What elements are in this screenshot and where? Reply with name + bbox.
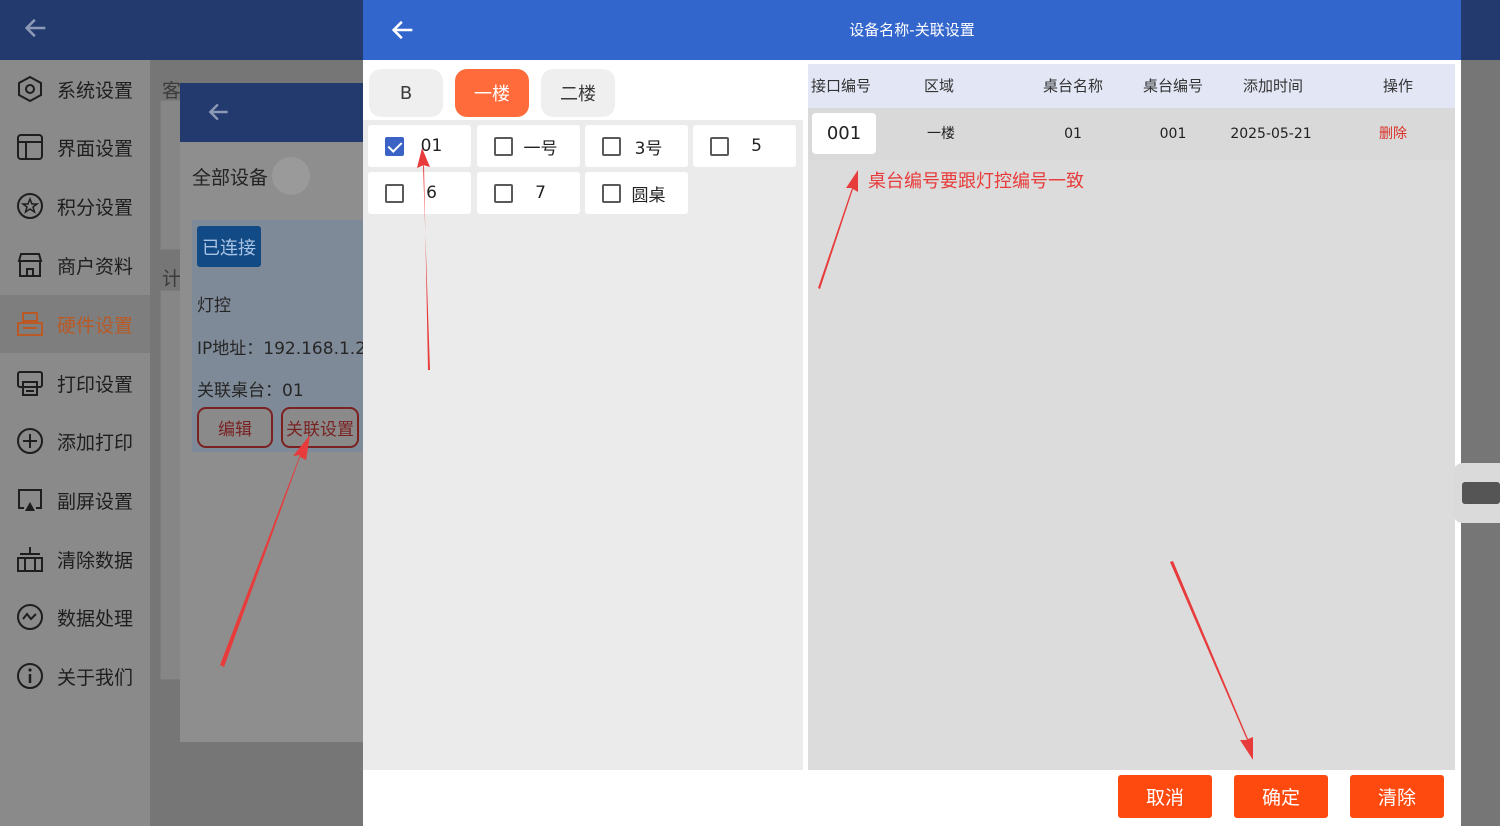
plus-circle-icon [17,428,43,454]
sidebar-item-label: 硬件设置 [57,314,134,337]
table-option[interactable]: 一号 [477,125,580,167]
sidebar-item-system[interactable]: 系统设置 [0,60,150,118]
sidebar-item-label: 副屏设置 [57,490,134,513]
device-type: 灯控 [197,296,231,316]
keyboard-icon [1462,482,1500,504]
back-arrow-icon[interactable] [389,16,417,44]
checkbox-checked[interactable] [385,136,404,156]
bulb-icon [272,157,310,195]
clear-data-icon [17,547,43,572]
sidebar-item-label: 数据处理 [57,607,134,630]
sidebar-item-add-print[interactable]: 添加打印 [0,412,150,470]
sidebar-item-merchant[interactable]: 商户资料 [0,236,150,294]
sidebar-item-label: 关于我们 [57,666,134,689]
sidebar-item-secondary-screen[interactable]: 副屏设置 [0,471,150,529]
table-option[interactable]: 5 [693,125,796,167]
sidebar-item-label: 清除数据 [57,549,134,572]
checkbox[interactable] [710,136,729,156]
star-badge-icon [17,193,43,219]
column-header: 区域 [923,77,954,95]
column-header: 桌台编号 [1142,77,1203,95]
table-option[interactable]: 3号 [585,125,688,167]
link-settings-button[interactable]: 关联设置 [281,407,359,448]
cell-add-time: 2025-05-21 [1230,126,1312,142]
tab-area-floor-2[interactable]: 二楼 [541,69,615,117]
sidebar-item-label: 打印设置 [57,373,134,396]
tab-area-b[interactable]: B [369,69,443,117]
info-icon [17,663,43,689]
column-header: 操作 [1382,77,1413,95]
sidebar-item-interface[interactable]: 界面设置 [0,118,150,176]
device-ip: IP地址：192.168.1.24 [197,339,377,359]
printer-icon [17,371,43,396]
checkbox[interactable] [494,183,513,203]
checkbox[interactable] [602,183,621,203]
port-number-input[interactable] [812,113,876,154]
cell-area: 一楼 [927,126,955,142]
column-header: 接口编号 [810,77,871,95]
edit-device-button[interactable]: 编辑 [197,407,273,448]
confirm-button[interactable]: 确定 [1234,775,1328,818]
table-option[interactable]: 圆桌 [585,172,688,214]
table-option[interactable]: 6 [368,172,471,214]
area-tabs: B 一楼 二楼 [363,60,803,120]
store-icon [17,253,43,277]
dialog-header: 设备名称-关联设置 [363,0,1461,60]
settings-hex-icon [18,75,42,103]
all-devices-label: 全部设备 [192,167,269,189]
sidebar-item-data-processing[interactable]: 数据处理 [0,588,150,646]
table-option-label: 5 [751,136,762,156]
checkbox[interactable] [494,136,513,156]
table-option-label: 01 [420,136,443,156]
layout-icon [17,134,43,160]
keyboard-toggle[interactable] [1453,463,1500,523]
column-header: 桌台名称 [1042,77,1103,95]
sidebar-item-hardware[interactable]: 硬件设置 [0,295,150,353]
tab-area-floor-1[interactable]: 一楼 [455,69,529,117]
cancel-button[interactable]: 取消 [1118,775,1212,818]
checkbox[interactable] [385,183,404,203]
table-row: 一楼 01 001 2025-05-21 删除 [808,108,1455,160]
table-option[interactable]: 7 [477,172,580,214]
dialog-footer: 取消 确定 清除 [363,770,1461,826]
settings-sidebar: 系统设置 界面设置 积分设置 商户资料 硬件设置 打印设置 添加打印 副屏设置 … [0,60,150,826]
ghost-label-count: 计 [162,268,182,290]
table-option-label: 6 [426,183,437,203]
cell-table-number: 001 [1159,126,1187,142]
table-option-label: 一号 [523,138,558,159]
status-badge: 已连接 [197,226,261,267]
dialog-title: 设备名称-关联设置 [849,21,975,39]
table-option-label: 圆桌 [631,185,666,206]
sidebar-item-about[interactable]: 关于我们 [0,647,150,705]
table-option-label: 3号 [634,138,663,159]
hardware-icon [17,312,43,336]
back-arrow-icon[interactable] [206,99,232,125]
sidebar-item-points[interactable]: 积分设置 [0,177,150,235]
cell-table-name: 01 [1064,126,1082,142]
device-linked-table: 关联桌台：01 [197,381,304,401]
column-header: 添加时间 [1242,77,1303,95]
sidebar-item-label: 系统设置 [57,79,134,102]
data-wave-icon [17,604,43,630]
table-selection-panel: B 一楼 二楼 01 一号 3号 5 6 7 圆桌 [363,60,803,770]
delete-row-button[interactable]: 删除 [1348,108,1438,160]
annotation-note: 桌台编号要跟灯控编号一致 [868,171,1084,192]
checkbox[interactable] [602,136,621,156]
cast-screen-icon [18,489,42,511]
device-dialog-header [180,83,380,142]
association-settings-dialog: 设备名称-关联设置 B 一楼 二楼 01 一号 3号 5 6 7 圆桌 接口编号… [363,0,1461,826]
table-header: 接口编号 区域 桌台名称 桌台编号 添加时间 操作 [808,64,1455,108]
sidebar-item-clear-data[interactable]: 清除数据 [0,530,150,588]
ghost-label-customer: 客 [162,80,182,102]
back-arrow-icon[interactable] [22,14,50,42]
sidebar-item-print[interactable]: 打印设置 [0,354,150,412]
table-option-label: 7 [535,183,546,203]
sidebar-item-label: 商户资料 [57,255,134,278]
sidebar-item-label: 添加打印 [57,431,134,454]
clear-button[interactable]: 清除 [1350,775,1444,818]
sidebar-item-label: 积分设置 [57,196,134,219]
table-option[interactable]: 01 [368,125,471,167]
sidebar-item-label: 界面设置 [57,137,134,160]
